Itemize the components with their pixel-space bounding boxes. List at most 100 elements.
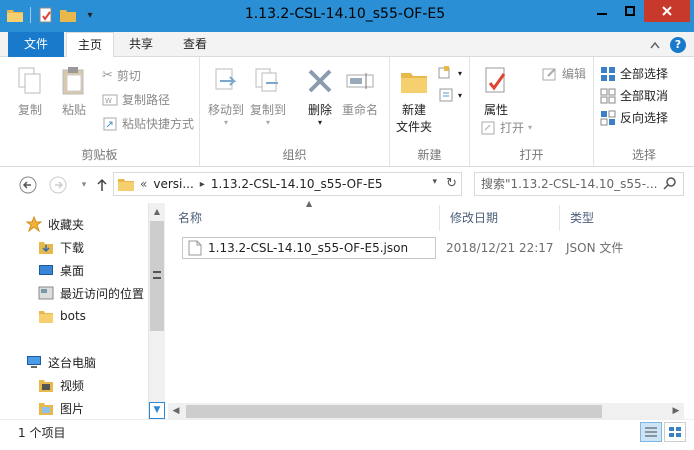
copy-to-button[interactable]: 复制到 ▾ (250, 65, 286, 127)
nav-pictures[interactable]: 图片 (38, 397, 84, 419)
ribbon-tab-bar: 文件 主页 共享 查看 ? (0, 32, 694, 58)
properties-qat-icon[interactable] (37, 6, 55, 24)
organize-group-label: 组织 (282, 148, 307, 162)
nav-videos[interactable]: 视频 (38, 374, 84, 396)
tab-home[interactable]: 主页 (66, 32, 115, 58)
organize-group: 移动到 ▾ 复制到 ▾ 删除 ▾ 重命名 组织 (200, 57, 390, 167)
move-to-button[interactable]: 移动到 ▾ (208, 65, 244, 127)
new-folder-qat-icon[interactable] (59, 6, 77, 24)
details-view-button[interactable] (640, 422, 662, 442)
nav-this-pc[interactable]: 这台电脑 (26, 351, 96, 373)
hscroll-thumb[interactable] (186, 405, 602, 418)
star-icon (26, 216, 42, 232)
breadcrumb-parent[interactable]: versi... (153, 177, 193, 191)
easy-access-button[interactable]: ▾ (438, 87, 462, 103)
edit-button[interactable]: 编辑 (542, 65, 586, 82)
open-group: 属性 打开 ▾ 编辑 打开 (470, 57, 594, 167)
nav-desktop[interactable]: 桌面 (38, 259, 84, 281)
edit-label: 编辑 (562, 67, 587, 81)
breadcrumb-separator-icon[interactable]: ▸ (200, 179, 205, 190)
search-input[interactable]: 搜索"1.13.2-CSL-14.10_s55-... (474, 172, 684, 196)
paste-button[interactable]: 粘贴 (58, 65, 90, 118)
select-none-button[interactable]: 全部取消 (600, 87, 668, 104)
large-icons-view-icon (669, 427, 681, 437)
tab-file[interactable]: 文件 (8, 32, 64, 57)
invert-selection-button[interactable]: 反向选择 (600, 109, 668, 126)
large-icons-view-button[interactable] (664, 422, 686, 442)
delete-button[interactable]: 删除 ▾ (304, 65, 336, 127)
customize-qat-icon[interactable]: ▾ (81, 6, 99, 24)
file-date: 2018/12/21 22:17 (446, 241, 554, 255)
monitor-icon (27, 356, 41, 368)
breadcrumb-current[interactable]: 1.13.2-CSL-14.10_s55-OF-E5 (211, 177, 383, 191)
select-none-icon (600, 88, 616, 103)
copy-button[interactable]: 复制 (14, 65, 46, 118)
nav-recent[interactable]: 最近访问的位置 (38, 282, 144, 304)
recent-locations-button[interactable]: ▾ (74, 175, 94, 195)
search-icon[interactable] (663, 176, 677, 190)
up-button[interactable] (92, 175, 112, 195)
cut-button[interactable]: ✂ 剪切 (102, 67, 141, 84)
up-arrow-icon (97, 178, 107, 191)
tab-share[interactable]: 共享 (118, 32, 164, 57)
address-dropdown-icon[interactable]: ▾ (432, 177, 437, 187)
column-date[interactable]: 修改日期 (440, 205, 560, 231)
column-name[interactable]: 名称 (168, 205, 440, 231)
scroll-up-icon[interactable]: ▲ (149, 203, 165, 220)
open-icon (481, 121, 495, 134)
refresh-icon[interactable]: ↻ (446, 176, 457, 191)
main-area: 收藏夹 下载 桌面 最近访问的位置 bots 这台电脑 视频 图片 ▲ ▼ ▲ … (0, 199, 694, 420)
close-button[interactable] (644, 0, 690, 22)
table-row[interactable]: 1.13.2-CSL-14.10_s55-OF-E5.json 2018/12/… (182, 237, 686, 259)
copy-path-button[interactable]: W 复制路径 (102, 91, 170, 108)
back-button[interactable] (18, 175, 38, 195)
rename-button[interactable]: 重命名 (342, 65, 378, 118)
open-button[interactable]: 打开 ▾ (480, 119, 532, 136)
properties-button[interactable]: 属性 (480, 65, 512, 118)
address-overflow[interactable]: « (140, 177, 147, 191)
easy-access-icon (439, 88, 453, 102)
new-item-button[interactable]: ▾ (438, 65, 462, 81)
nav-favorites[interactable]: 收藏夹 (26, 213, 84, 235)
select-all-label: 全部选择 (620, 67, 669, 81)
paste-shortcut-icon (103, 117, 117, 130)
nav-pane-scrollbar[interactable]: ▲ ▼ (148, 203, 165, 419)
forward-button[interactable] (48, 175, 68, 195)
column-type[interactable]: 类型 (560, 205, 680, 231)
file-list: ▲ 名称 修改日期 类型 1.13.2-CSL-14.10_s55-OF-E5.… (166, 199, 686, 420)
maximize-button[interactable] (616, 0, 644, 22)
nav-downloads-label: 下载 (60, 240, 85, 255)
select-group: 全部选择 全部取消 反向选择 选择 (594, 57, 694, 167)
tab-view[interactable]: 查看 (172, 32, 218, 57)
rename-icon (346, 73, 374, 89)
scroll-left-icon[interactable]: ◀ (168, 403, 184, 420)
move-to-icon (215, 68, 237, 90)
select-all-button[interactable]: 全部选择 (600, 65, 668, 82)
paste-shortcut-label: 粘贴快捷方式 (122, 117, 195, 131)
nav-downloads[interactable]: 下载 (38, 236, 84, 258)
help-icon[interactable]: ? (670, 37, 686, 53)
folder-app-icon[interactable] (6, 6, 24, 24)
address-bar[interactable]: « versi... ▸ 1.13.2-CSL-14.10_s55-OF-E5 … (113, 172, 462, 196)
new-folder-button[interactable]: 新建 文件夹 (396, 65, 432, 135)
new-item-icon (438, 66, 450, 79)
recent-places-icon (38, 286, 54, 300)
nav-favorites-label: 收藏夹 (48, 217, 85, 232)
scroll-right-icon[interactable]: ▶ (668, 403, 684, 420)
new-folder-label-2: 文件夹 (396, 120, 433, 134)
file-list-hscrollbar[interactable]: ◀ ▶ (168, 403, 684, 420)
nav-recent-label: 最近访问的位置 (60, 286, 145, 301)
open-group-label: 打开 (519, 148, 544, 162)
clipboard-group: 复制 粘贴 ✂ 剪切 W 复制路径 粘贴快捷方式 剪贴板 (0, 57, 200, 167)
address-row: ▾ « versi... ▸ 1.13.2-CSL-14.10_s55-OF-E… (0, 167, 694, 201)
nav-bots[interactable]: bots (38, 305, 86, 327)
scissors-icon: ✂ (102, 68, 113, 83)
paste-shortcut-button[interactable]: 粘贴快捷方式 (102, 115, 194, 132)
collapse-ribbon-icon[interactable] (648, 38, 662, 52)
scroll-down-icon[interactable]: ▼ (149, 402, 165, 419)
minimize-button[interactable] (588, 0, 616, 22)
scroll-thumb[interactable] (150, 221, 164, 331)
details-view-icon (645, 427, 657, 437)
file-type: JSON 文件 (566, 241, 624, 255)
new-folder-label-1: 新建 (402, 103, 427, 117)
